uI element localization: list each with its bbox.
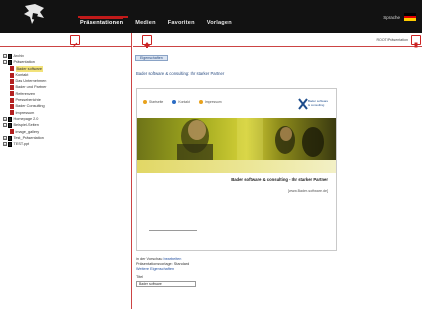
nav-favorites[interactable]: Favoriten — [168, 20, 195, 26]
file-tree: + Archiv − Präsentation Bader software Kontak… — [3, 53, 47, 147]
left-toolbar — [0, 33, 132, 48]
collapse-icon[interactable]: − — [3, 60, 7, 65]
preview-subline: [www.Bader-software.de] — [288, 189, 328, 193]
expand-icon[interactable]: + — [3, 142, 7, 147]
preview-edit-prefix: in der Vorschau — [136, 257, 163, 261]
preview-logo: Bader software & consulting — [298, 97, 328, 111]
preview-stripe — [137, 160, 336, 173]
page-icon — [10, 85, 14, 91]
expand-icon[interactable]: + — [3, 117, 7, 122]
tab-properties[interactable]: Eigenschaften — [135, 55, 168, 61]
preview-banner-image — [137, 118, 336, 160]
nav-presentations[interactable]: Präsentationen — [80, 17, 124, 26]
page-icon — [10, 66, 14, 72]
preview-nav-link[interactable]: Impressum — [198, 100, 222, 104]
page-preview[interactable]: Startseite Kontakt Impressum Bader softwar… — [136, 88, 337, 251]
page-icon — [10, 72, 14, 78]
bullet-icon — [143, 100, 147, 104]
page-icon — [10, 97, 14, 103]
preview-nav-link[interactable]: Kontakt — [172, 100, 190, 104]
left-panel: + Archiv − Präsentation Bader software Kontak… — [0, 33, 132, 309]
edit-link[interactable]: bearbeiten — [163, 257, 181, 261]
folder-icon — [8, 53, 12, 59]
logo-text-line-2: & consulting — [308, 102, 325, 107]
main-nav: Präsentationen Medien Favoriten Vorlagen — [80, 17, 244, 26]
folder-icon — [8, 135, 12, 141]
preview-nav-label: Kontakt — [178, 100, 190, 104]
folder-icon — [8, 116, 12, 122]
path-status: ROOT/Präsentation — [376, 38, 408, 42]
expand-icon[interactable]: + — [3, 136, 7, 140]
close-icon — [414, 42, 418, 48]
right-panel: ROOT/Präsentation Eigenschaften Bader so… — [133, 33, 422, 309]
close-button[interactable] — [411, 35, 421, 48]
arrow-up-icon — [144, 42, 150, 48]
page-icon — [10, 91, 14, 97]
tree-item-label: TEST.ppt — [13, 142, 30, 147]
page-icon — [10, 129, 14, 135]
folder-icon — [8, 59, 12, 65]
folder-icon — [8, 122, 12, 128]
top-bar: Präsentationen Medien Favoriten Vorlagen… — [0, 0, 422, 33]
preview-nav-label: Startseite — [149, 100, 164, 104]
preview-footer-line — [149, 230, 197, 231]
preview-headline: Bader software & consulting - Ihr starke… — [231, 177, 328, 182]
preview-nav-label: Impressum — [204, 100, 222, 104]
page-icon — [10, 110, 14, 116]
right-toolbar: ROOT/Präsentation — [133, 33, 422, 48]
more-properties-link[interactable]: Weitere Eigenschaften — [136, 267, 196, 272]
preview-nav-link[interactable]: Startseite — [143, 100, 163, 104]
up-button[interactable] — [142, 35, 152, 48]
preview-info: in der Vorschau bearbeiten Präsentations… — [136, 257, 196, 287]
plus-icon — [72, 42, 78, 48]
tree-item[interactable]: + TEST.ppt — [3, 141, 47, 147]
flag-icon[interactable] — [404, 13, 416, 21]
nav-media[interactable]: Medien — [135, 20, 155, 26]
bullet-icon — [198, 100, 203, 104]
collapse-icon[interactable]: − — [3, 123, 7, 128]
nav-templates[interactable]: Vorlagen — [207, 20, 232, 26]
add-button[interactable] — [70, 35, 80, 48]
language-label[interactable]: Sprache — [383, 15, 400, 20]
folder-icon — [8, 141, 12, 147]
expand-icon[interactable]: + — [3, 54, 7, 59]
preview-nav: Startseite Kontakt Impressum — [143, 100, 222, 104]
title-field-label: Titel — [136, 274, 144, 279]
app-logo — [24, 4, 44, 24]
page-icon — [10, 104, 14, 110]
x-logo-icon — [298, 98, 308, 110]
page-title: Bader software & consulting: Ihr starker… — [136, 71, 225, 76]
title-field[interactable]: Bader software — [136, 280, 196, 287]
bullet-icon — [172, 100, 177, 104]
page-icon — [10, 78, 14, 84]
